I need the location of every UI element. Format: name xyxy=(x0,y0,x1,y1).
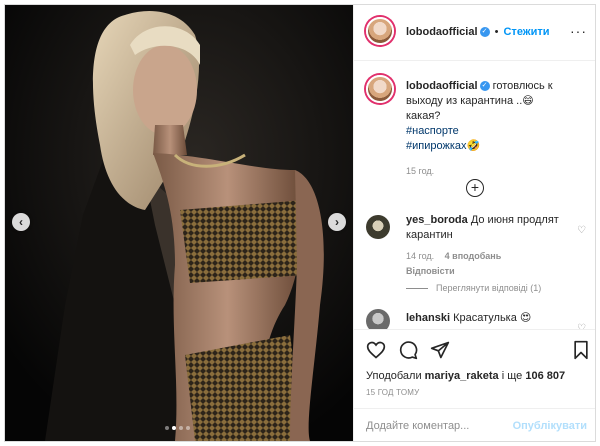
post-actions: Уподобали mariya_raketa і ще 106 807 15 … xyxy=(354,329,595,441)
post-photo: ‹ › xyxy=(5,5,353,441)
comment-username[interactable]: yes_boroda xyxy=(406,214,468,226)
post-dialog: ‹ › lobodaofficial ✓ • Стежити ··· loboda… xyxy=(4,4,596,442)
liker-username[interactable]: mariya_raketa xyxy=(425,370,499,382)
separator-dot: • xyxy=(494,26,499,38)
comment-likes[interactable]: 4 вподобань xyxy=(445,251,502,261)
author-username[interactable]: lobodaofficial xyxy=(406,26,478,38)
carousel-dot xyxy=(165,426,169,430)
post-side-panel: lobodaofficial ✓ • Стежити ··· lobodaoffi… xyxy=(353,5,595,441)
carousel-dots xyxy=(165,426,190,430)
comment-icon[interactable] xyxy=(398,340,418,360)
caption-time[interactable]: 15 год. xyxy=(406,164,590,179)
hashtag-link[interactable]: #наспорте xyxy=(406,124,590,139)
likes-count[interactable]: 106 807 xyxy=(525,370,565,382)
replies-line xyxy=(406,288,428,290)
carousel-dot xyxy=(186,426,190,430)
caption-avatar[interactable] xyxy=(366,75,394,103)
comment-body: lehanski Красатулька 😍 xyxy=(406,311,566,326)
comment-time[interactable]: 14 год. xyxy=(406,251,434,261)
caption-body: lobodaofficial ✓ готовлюсь к выходу из ка… xyxy=(406,79,590,179)
likes-prefix: Уподобали xyxy=(366,370,422,382)
comment-input[interactable] xyxy=(366,417,516,435)
comment-body: yes_boroda До июня продлят карантин 14 г… xyxy=(406,213,566,279)
verified-badge-icon: ✓ xyxy=(479,81,490,92)
bookmark-icon[interactable] xyxy=(572,340,590,360)
post-header: lobodaofficial ✓ • Стежити ··· xyxy=(354,5,595,61)
commenter-avatar[interactable] xyxy=(366,215,390,239)
comment-username[interactable]: lehanski xyxy=(406,312,450,324)
previous-photo-button[interactable]: ‹ xyxy=(12,213,30,231)
reply-button[interactable]: Відповісти xyxy=(406,266,455,276)
verified-badge-icon: ✓ xyxy=(479,27,490,38)
photo-image xyxy=(5,5,353,441)
carousel-dot xyxy=(179,426,183,430)
caption-username[interactable]: lobodaofficial xyxy=(406,80,478,92)
likes-middle: і ще xyxy=(501,370,523,382)
comment-like-heart-icon[interactable]: ♡ xyxy=(577,223,586,238)
comment-text: Красатулька 😍 xyxy=(453,312,532,324)
post-timestamp[interactable]: 15 ГОД ТОМУ xyxy=(366,388,419,397)
comments-section: lobodaofficial ✓ готовлюсь к выходу из ка… xyxy=(354,61,595,329)
more-options-icon[interactable]: ··· xyxy=(570,23,587,39)
heart-icon[interactable] xyxy=(366,340,386,360)
author-avatar[interactable] xyxy=(366,17,394,45)
likes-summary: Уподобали mariya_raketa і ще 106 807 xyxy=(366,370,565,382)
comment-like-heart-icon[interactable]: ♡ xyxy=(577,321,586,329)
view-replies-label: Переглянути відповіді (1) xyxy=(436,283,542,293)
hashtag-link[interactable]: #ипирожках🤣 xyxy=(406,139,590,154)
carousel-dot-active xyxy=(172,426,176,430)
next-photo-button[interactable]: › xyxy=(328,213,346,231)
header-line: lobodaofficial ✓ • Стежити xyxy=(406,26,550,38)
caption-line2: какая? xyxy=(406,110,441,122)
view-replies-button[interactable]: Переглянути відповіді (1) xyxy=(406,283,541,293)
share-icon[interactable] xyxy=(430,340,450,360)
comment-meta: 14 год. 4 вподобань Відповісти xyxy=(406,249,566,279)
add-comment-bar: Опублікувати xyxy=(354,408,595,441)
load-more-comments-button[interactable]: + xyxy=(466,179,484,197)
commenter-avatar[interactable] xyxy=(366,309,390,329)
follow-button[interactable]: Стежити xyxy=(503,26,549,38)
publish-button[interactable]: Опублікувати xyxy=(513,420,587,432)
